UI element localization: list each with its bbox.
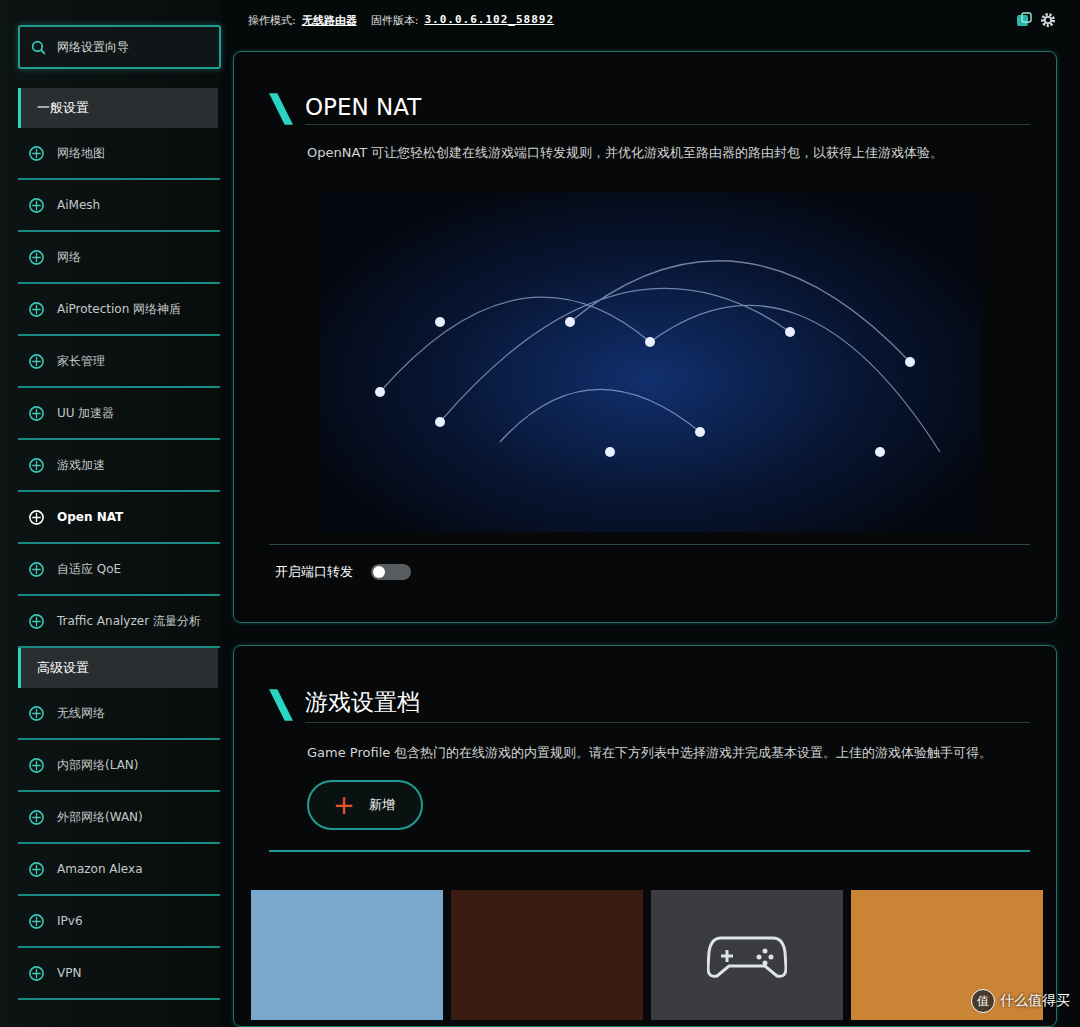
game-profile-panel: 游戏设置档 Game Profile 包含热门的在线游戏的内置规则。请在下方列表中… <box>233 645 1057 1027</box>
gear-icon[interactable] <box>1039 11 1057 29</box>
sidebar: 网络设置向导一般设置网络地图 AiMesh 网络 AiProtection 网络神盾家… <box>0 0 222 1027</box>
sidebar-item[interactable]: 网络 <box>18 232 220 284</box>
sidebar-item-label: Traffic Analyzer 流量分析 <box>57 613 201 630</box>
sidebar-item[interactable]: VPN <box>18 948 220 1000</box>
add-button[interactable]: + 新增 <box>307 780 423 830</box>
menu-icon <box>28 301 45 318</box>
section-header: 高级设置 <box>18 648 218 688</box>
menu-icon <box>28 861 45 878</box>
panel-title-row: 游戏设置档 <box>269 686 1030 724</box>
sidebar-item-label: 网络地图 <box>57 145 105 162</box>
world-map-image <box>320 192 980 532</box>
sidebar-item-label: 无线网络 <box>57 705 105 722</box>
menu-icon <box>28 249 45 266</box>
panel-description: Game Profile 包含热门的在线游戏的内置规则。请在下方列表中选择游戏并… <box>307 742 1030 764</box>
panel-description: OpenNAT 可让您轻松创建在线游戏端口转发规则，并优化游戏机至路由器的路由封… <box>307 142 1030 164</box>
port-forwarding-row: 开启端口转发 <box>269 545 1030 599</box>
menu-icon <box>28 757 45 774</box>
sidebar-item-label: IPv6 <box>57 914 83 928</box>
panel-title-row: OPEN NAT <box>269 90 1030 128</box>
sidebar-item-label: Open NAT <box>57 510 123 524</box>
divider <box>269 850 1030 852</box>
menu-icon <box>28 561 45 578</box>
plus-icon: + <box>333 792 355 818</box>
title-slash-icon <box>269 93 293 125</box>
gamepad-icon <box>707 930 787 980</box>
game-card[interactable] <box>651 890 843 1020</box>
panel-title: OPEN NAT <box>305 94 1030 125</box>
sidebar-item-label: 游戏加速 <box>57 457 105 474</box>
firmware-link[interactable]: 3.0.0.6.102_58892 <box>424 13 554 26</box>
game-cards <box>251 890 1030 1020</box>
sidebar-item-label: Amazon Alexa <box>57 862 142 876</box>
sidebar-item-label: AiMesh <box>57 198 100 212</box>
menu-icon <box>28 809 45 826</box>
sidebar-item[interactable]: IPv6 <box>18 896 220 948</box>
game-card[interactable] <box>251 890 443 1020</box>
wizard-label: 网络设置向导 <box>57 39 129 56</box>
menu-icon <box>28 613 45 630</box>
menu-icon <box>28 965 45 982</box>
port-forwarding-label: 开启端口转发 <box>275 563 353 581</box>
sidebar-item-label: UU 加速器 <box>57 405 114 422</box>
game-card[interactable] <box>451 890 643 1020</box>
sidebar-item-label: 自适应 QoE <box>57 561 121 578</box>
main-content: 操作模式: 无线路由器固件版本: 3.0.0.6.102_58892 OPEN NAT… <box>222 0 1080 1027</box>
add-button-label: 新增 <box>369 796 395 814</box>
firmware-label: 固件版本: <box>371 13 419 28</box>
world-map-illustration <box>320 192 980 532</box>
sidebar-item[interactable]: 游戏加速 <box>18 440 220 492</box>
sidebar-item[interactable]: UU 加速器 <box>18 388 220 440</box>
divider <box>269 544 1030 545</box>
menu-icon <box>28 197 45 214</box>
menu-icon <box>28 405 45 422</box>
menu-icon <box>28 705 45 722</box>
menu-icon <box>28 457 45 474</box>
sidebar-item[interactable]: Open NAT <box>18 492 220 544</box>
toggle-knob <box>373 566 385 578</box>
sidebar-item-label: 家长管理 <box>57 353 105 370</box>
panel-title: 游戏设置档 <box>305 687 1030 723</box>
menu-icon <box>28 353 45 370</box>
sidebar-item[interactable]: 网络地图 <box>18 128 220 180</box>
port-forwarding-toggle[interactable] <box>371 564 411 580</box>
router-admin-page: 网络设置向导一般设置网络地图 AiMesh 网络 AiProtection 网络神盾家… <box>0 0 1080 1027</box>
sidebar-item[interactable]: 自适应 QoE <box>18 544 220 596</box>
open-nat-panel: OPEN NAT OpenNAT 可让您轻松创建在线游戏端口转发规则，并优化游戏机… <box>233 51 1057 623</box>
sidebar-item-label: VPN <box>57 966 81 980</box>
title-slash-icon <box>269 689 293 721</box>
sidebar-item-label: AiProtection 网络神盾 <box>57 301 181 318</box>
watermark: 值什么值得买 <box>971 989 1070 1013</box>
sidebar-item[interactable]: 无线网络 <box>18 688 220 740</box>
sidebar-item-label: 内部网络(LAN) <box>57 757 139 774</box>
menu-icon <box>28 509 45 526</box>
watermark-text: 什么值得买 <box>1000 992 1070 1010</box>
sidebar-item[interactable]: AiMesh <box>18 180 220 232</box>
mode-link[interactable]: 无线路由器 <box>302 13 357 28</box>
sidebar-item[interactable]: Traffic Analyzer 流量分析 <box>18 596 220 648</box>
wizard-icon <box>30 39 47 56</box>
setup-wizard-item[interactable]: 网络设置向导 <box>18 25 221 69</box>
menu-icon <box>28 145 45 162</box>
watermark-logo-icon: 值 <box>971 989 995 1013</box>
app-icon[interactable] <box>1015 11 1033 29</box>
section-header: 一般设置 <box>18 88 218 128</box>
sidebar-item[interactable]: 外部网络(WAN) <box>18 792 220 844</box>
sidebar-item-label: 外部网络(WAN) <box>57 809 143 826</box>
top-bar: 操作模式: 无线路由器固件版本: 3.0.0.6.102_58892 <box>233 0 1057 51</box>
mode-label: 操作模式: <box>248 13 296 28</box>
sidebar-item-label: 网络 <box>57 249 81 266</box>
sidebar-item[interactable]: 内部网络(LAN) <box>18 740 220 792</box>
sidebar-item[interactable]: Amazon Alexa <box>18 844 220 896</box>
sidebar-item[interactable]: 家长管理 <box>18 336 220 388</box>
menu-icon <box>28 913 45 930</box>
sidebar-item[interactable]: AiProtection 网络神盾 <box>18 284 220 336</box>
